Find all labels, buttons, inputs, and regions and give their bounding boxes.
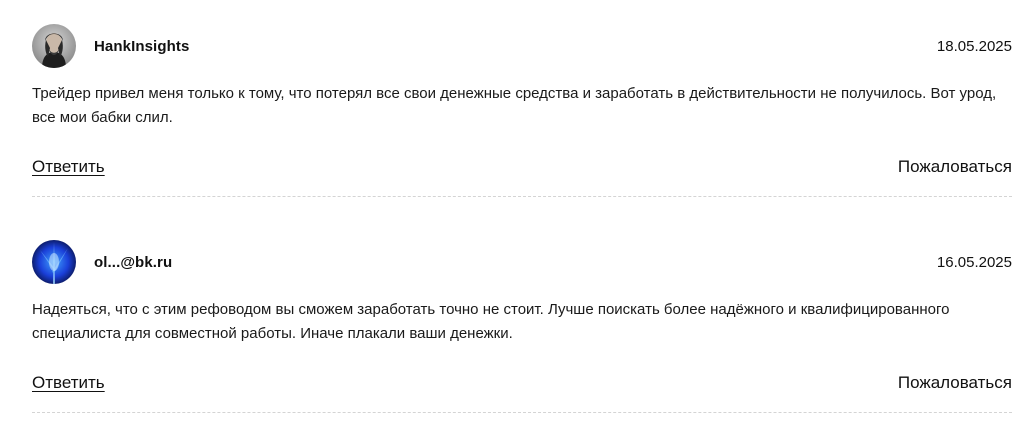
report-button[interactable]: Пожаловаться <box>898 157 1012 177</box>
comment-item: ol...@bk.ru 16.05.2025 Надеяться, что с … <box>32 216 1012 432</box>
comment-body: Трейдер привел меня только к тому, что п… <box>32 85 997 126</box>
comments-list: HankInsights 18.05.2025 Трейдер привел м… <box>32 0 1012 432</box>
comment-author: ol...@bk.ru <box>94 254 173 271</box>
user-photo-icon <box>32 24 76 68</box>
user-photo-icon <box>32 240 76 284</box>
avatar[interactable] <box>32 240 76 284</box>
comment-date: 16.05.2025 <box>936 254 1012 271</box>
comment-actions: Ответить Пожаловаться <box>32 373 1012 397</box>
avatar[interactable] <box>32 24 76 68</box>
comment-divider <box>32 412 1012 413</box>
comment-item: HankInsights 18.05.2025 Трейдер привел м… <box>32 0 1012 216</box>
comment-body: Надеяться, что с этим рефоводом вы сможе… <box>32 301 950 342</box>
report-button[interactable]: Пожаловаться <box>898 373 1012 393</box>
comment-header: ol...@bk.ru 16.05.2025 <box>32 240 1012 286</box>
comment-date: 18.05.2025 <box>936 38 1012 55</box>
comment-actions: Ответить Пожаловаться <box>32 157 1012 181</box>
comment-author: HankInsights <box>94 38 190 55</box>
comment-divider <box>32 196 1012 197</box>
comment-header: HankInsights 18.05.2025 <box>32 24 1012 70</box>
reply-button[interactable]: Ответить <box>32 157 105 177</box>
reply-button[interactable]: Ответить <box>32 373 105 393</box>
